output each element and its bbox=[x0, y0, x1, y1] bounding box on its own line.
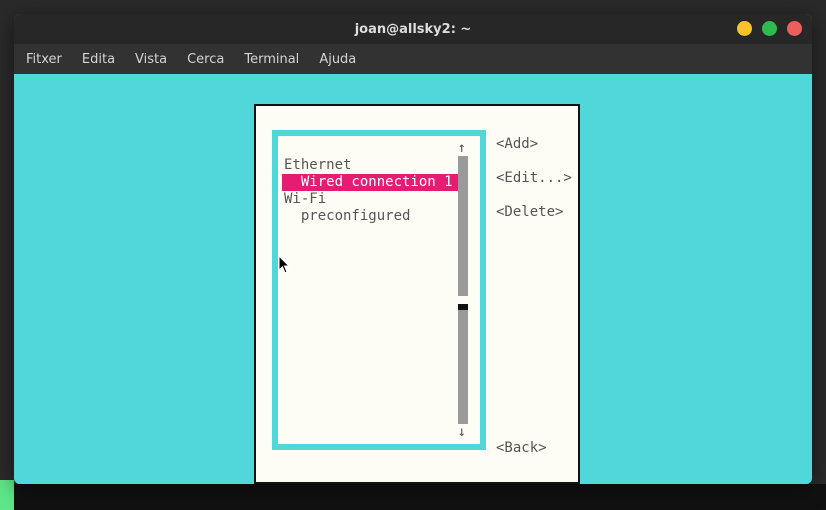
menu-cerca[interactable]: Cerca bbox=[187, 52, 224, 67]
scrollbar-thumb[interactable] bbox=[458, 304, 468, 310]
window-controls bbox=[737, 21, 802, 36]
delete-button[interactable]: <Delete> bbox=[496, 204, 572, 221]
minimize-button[interactable] bbox=[737, 21, 752, 36]
connection-list[interactable]: Ethernet Wired connection 1Wi-Fi preconf… bbox=[282, 140, 458, 440]
list-item-wired[interactable]: Wired connection 1 bbox=[282, 174, 458, 191]
list-group-wifi: Wi-Fi bbox=[282, 191, 458, 208]
terminal-area[interactable]: Ethernet Wired connection 1Wi-Fi preconf… bbox=[14, 74, 812, 484]
menu-ajuda[interactable]: Ajuda bbox=[319, 52, 356, 67]
edit-button[interactable]: <Edit...> bbox=[496, 170, 572, 187]
menu-vista[interactable]: Vista bbox=[135, 52, 167, 67]
menu-terminal[interactable]: Terminal bbox=[244, 52, 299, 67]
menu-edita[interactable]: Edita bbox=[82, 52, 115, 67]
nmtui-dialog: Ethernet Wired connection 1Wi-Fi preconf… bbox=[254, 104, 580, 484]
titlebar: joan@allsky2: ~ bbox=[14, 14, 812, 44]
window-title: joan@allsky2: ~ bbox=[355, 22, 472, 37]
back-button[interactable]: <Back> bbox=[496, 440, 547, 456]
list-group-ethernet: Ethernet bbox=[282, 157, 458, 174]
add-button[interactable]: <Add> bbox=[496, 136, 572, 153]
menubar: Fitxer Edita Vista Cerca Terminal Ajuda bbox=[14, 44, 812, 74]
list-item-preconfigured[interactable]: preconfigured bbox=[282, 208, 458, 225]
maximize-button[interactable] bbox=[762, 21, 777, 36]
connection-list-frame: Ethernet Wired connection 1Wi-Fi preconf… bbox=[272, 130, 486, 450]
scrollbar[interactable] bbox=[458, 156, 468, 424]
close-button[interactable] bbox=[787, 21, 802, 36]
terminal-window: joan@allsky2: ~ Fitxer Edita Vista Cerca… bbox=[14, 14, 812, 484]
scroll-down-icon[interactable]: ↓ bbox=[458, 424, 466, 440]
action-buttons: <Add> <Edit...> <Delete> bbox=[496, 136, 572, 238]
scroll-up-icon[interactable]: ↑ bbox=[458, 140, 466, 156]
menu-fitxer[interactable]: Fitxer bbox=[26, 52, 62, 67]
